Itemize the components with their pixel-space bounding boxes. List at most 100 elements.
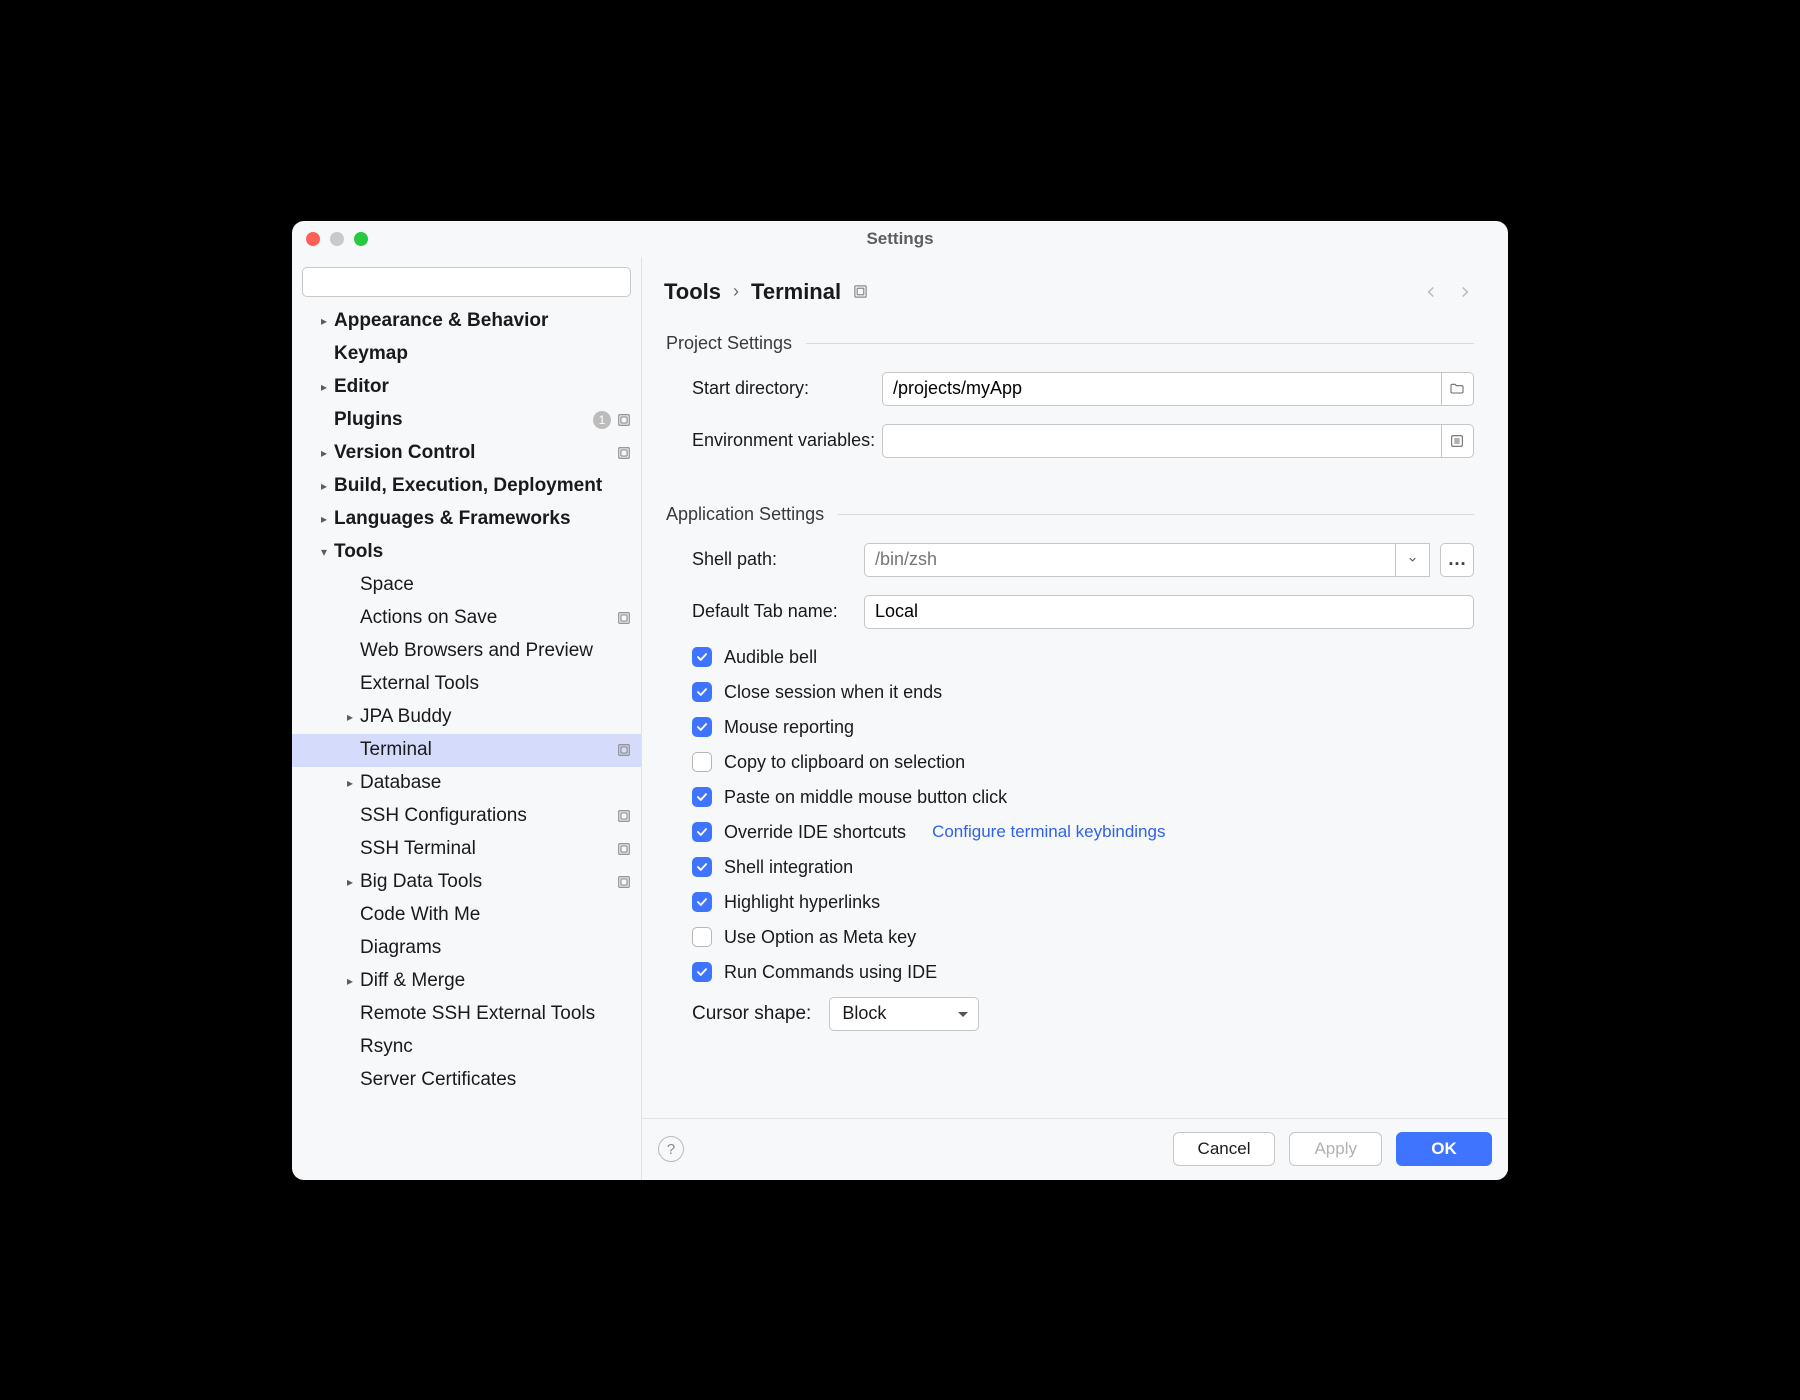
nav-forward-icon[interactable] [1456, 283, 1474, 301]
sidebar-item-label: External Tools [360, 673, 631, 695]
settings-sidebar: ▸Appearance & BehaviorKeymap▸EditorPlugi… [292, 257, 642, 1180]
shell-integration-label: Shell integration [724, 857, 853, 878]
expand-arrow-icon: ▸ [340, 776, 360, 790]
apply-button[interactable]: Apply [1289, 1132, 1382, 1166]
audible-bell-checkbox[interactable] [692, 647, 712, 667]
expand-arrow-icon: ▾ [314, 545, 334, 559]
sidebar-item-database[interactable]: ▸Database [292, 767, 641, 800]
sidebar-item-remote-ssh-external-tools[interactable]: Remote SSH External Tools [292, 998, 641, 1031]
sidebar-item-label: Server Certificates [360, 1069, 631, 1091]
ellipsis-icon: … [1448, 549, 1467, 571]
checkbox-row: Shell integration [664, 857, 1474, 878]
sidebar-item-rsync[interactable]: Rsync [292, 1031, 641, 1064]
sidebar-item-jpa-buddy[interactable]: ▸JPA Buddy [292, 701, 641, 734]
sidebar-item-server-certificates[interactable]: Server Certificates [292, 1064, 641, 1097]
paste-on-middle-mouse-button-click-checkbox[interactable] [692, 787, 712, 807]
sidebar-item-label: Remote SSH External Tools [360, 1003, 631, 1025]
sidebar-item-label: Version Control [334, 442, 617, 464]
sidebar-item-label: SSH Configurations [360, 805, 617, 827]
settings-search-input[interactable] [302, 267, 631, 297]
sidebar-item-external-tools[interactable]: External Tools [292, 668, 641, 701]
sidebar-item-big-data-tools[interactable]: ▸Big Data Tools [292, 866, 641, 899]
env-vars-label: Environment variables: [692, 430, 882, 451]
mouse-reporting-checkbox[interactable] [692, 717, 712, 737]
copy-to-clipboard-on-selection-checkbox[interactable] [692, 752, 712, 772]
cursor-shape-select[interactable]: Block [829, 997, 979, 1031]
list-icon [1449, 433, 1465, 449]
shell-path-dropdown-button[interactable] [1396, 543, 1430, 577]
sidebar-item-ssh-configurations[interactable]: SSH Configurations [292, 800, 641, 833]
shell-integration-checkbox[interactable] [692, 857, 712, 877]
sidebar-item-editor[interactable]: ▸Editor [292, 371, 641, 404]
browse-directory-button[interactable] [1442, 372, 1474, 406]
sidebar-item-space[interactable]: Space [292, 569, 641, 602]
shell-path-browse-button[interactable]: … [1440, 543, 1474, 577]
help-button[interactable]: ? [658, 1136, 684, 1162]
ok-button[interactable]: OK [1396, 1132, 1492, 1166]
breadcrumb: Tools › Terminal [664, 279, 868, 305]
checkbox-row: Run Commands using IDE [664, 962, 1474, 983]
sidebar-item-ssh-terminal[interactable]: SSH Terminal [292, 833, 641, 866]
env-vars-edit-button[interactable] [1442, 424, 1474, 458]
env-vars-input[interactable] [882, 424, 1442, 458]
sidebar-item-label: Code With Me [360, 904, 631, 926]
run-commands-using-ide-checkbox[interactable] [692, 962, 712, 982]
project-scope-icon [617, 809, 631, 823]
sidebar-item-code-with-me[interactable]: Code With Me [292, 899, 641, 932]
highlight-hyperlinks-checkbox[interactable] [692, 892, 712, 912]
override-ide-shortcuts-label: Override IDE shortcuts [724, 822, 906, 843]
sidebar-item-plugins[interactable]: Plugins1 [292, 404, 641, 437]
sidebar-item-label: Terminal [360, 739, 617, 761]
sidebar-item-terminal[interactable]: Terminal [292, 734, 641, 767]
sidebar-item-diagrams[interactable]: Diagrams [292, 932, 641, 965]
cursor-shape-value: Block [842, 1003, 886, 1024]
window-title: Settings [292, 229, 1508, 249]
default-tab-input[interactable] [864, 595, 1474, 629]
sidebar-item-label: Rsync [360, 1036, 631, 1058]
sidebar-item-actions-on-save[interactable]: Actions on Save [292, 602, 641, 635]
sidebar-item-label: Appearance & Behavior [334, 310, 631, 332]
shell-path-input[interactable] [864, 543, 1396, 577]
sidebar-item-version-control[interactable]: ▸Version Control [292, 437, 641, 470]
use-option-as-meta-key-label: Use Option as Meta key [724, 927, 916, 948]
sidebar-item-web-browsers-and-preview[interactable]: Web Browsers and Preview [292, 635, 641, 668]
cancel-button[interactable]: Cancel [1173, 1132, 1276, 1166]
sidebar-item-label: SSH Terminal [360, 838, 617, 860]
sidebar-item-keymap[interactable]: Keymap [292, 338, 641, 371]
project-settings-legend: Project Settings [664, 333, 806, 354]
close-session-when-it-ends-checkbox[interactable] [692, 682, 712, 702]
expand-arrow-icon: ▸ [314, 380, 334, 394]
start-directory-input[interactable] [882, 372, 1442, 406]
minimize-window-button[interactable] [330, 232, 344, 246]
sidebar-item-diff-merge[interactable]: ▸Diff & Merge [292, 965, 641, 998]
checkbox-row: Audible bell [664, 647, 1474, 668]
checkbox-row: Override IDE shortcuts Configure terminal… [664, 822, 1474, 843]
sidebar-item-languages-frameworks[interactable]: ▸Languages & Frameworks [292, 503, 641, 536]
help-icon: ? [667, 1141, 675, 1158]
maximize-window-button[interactable] [354, 232, 368, 246]
project-settings-group: Project Settings Start directory: [664, 333, 1474, 476]
sidebar-item-label: Diff & Merge [360, 970, 631, 992]
app-settings-group: Application Settings Shell path: … [664, 504, 1474, 1031]
settings-tree[interactable]: ▸Appearance & BehaviorKeymap▸EditorPlugi… [292, 305, 641, 1180]
shell-path-label: Shell path: [692, 549, 864, 570]
sidebar-item-tools[interactable]: ▾Tools [292, 536, 641, 569]
nav-back-icon[interactable] [1422, 283, 1440, 301]
sidebar-item-label: Diagrams [360, 937, 631, 959]
expand-arrow-icon: ▸ [340, 875, 360, 889]
checkbox-row: Highlight hyperlinks [664, 892, 1474, 913]
sidebar-item-label: Editor [334, 376, 631, 398]
project-scope-icon [617, 413, 631, 427]
configure-keybindings-link[interactable]: Configure terminal keybindings [932, 822, 1165, 842]
use-option-as-meta-key-checkbox[interactable] [692, 927, 712, 947]
sidebar-item-label: Web Browsers and Preview [360, 640, 631, 662]
checkbox-row: Mouse reporting [664, 717, 1474, 738]
expand-arrow-icon: ▸ [314, 512, 334, 526]
close-window-button[interactable] [306, 232, 320, 246]
override-ide-shortcuts-checkbox[interactable] [692, 822, 712, 842]
update-badge: 1 [593, 411, 611, 429]
dialog-footer: ? Cancel Apply OK [642, 1118, 1508, 1180]
sidebar-item-appearance-behavior[interactable]: ▸Appearance & Behavior [292, 305, 641, 338]
sidebar-item-build-execution-deployment[interactable]: ▸Build, Execution, Deployment [292, 470, 641, 503]
sidebar-item-label: Tools [334, 541, 631, 563]
